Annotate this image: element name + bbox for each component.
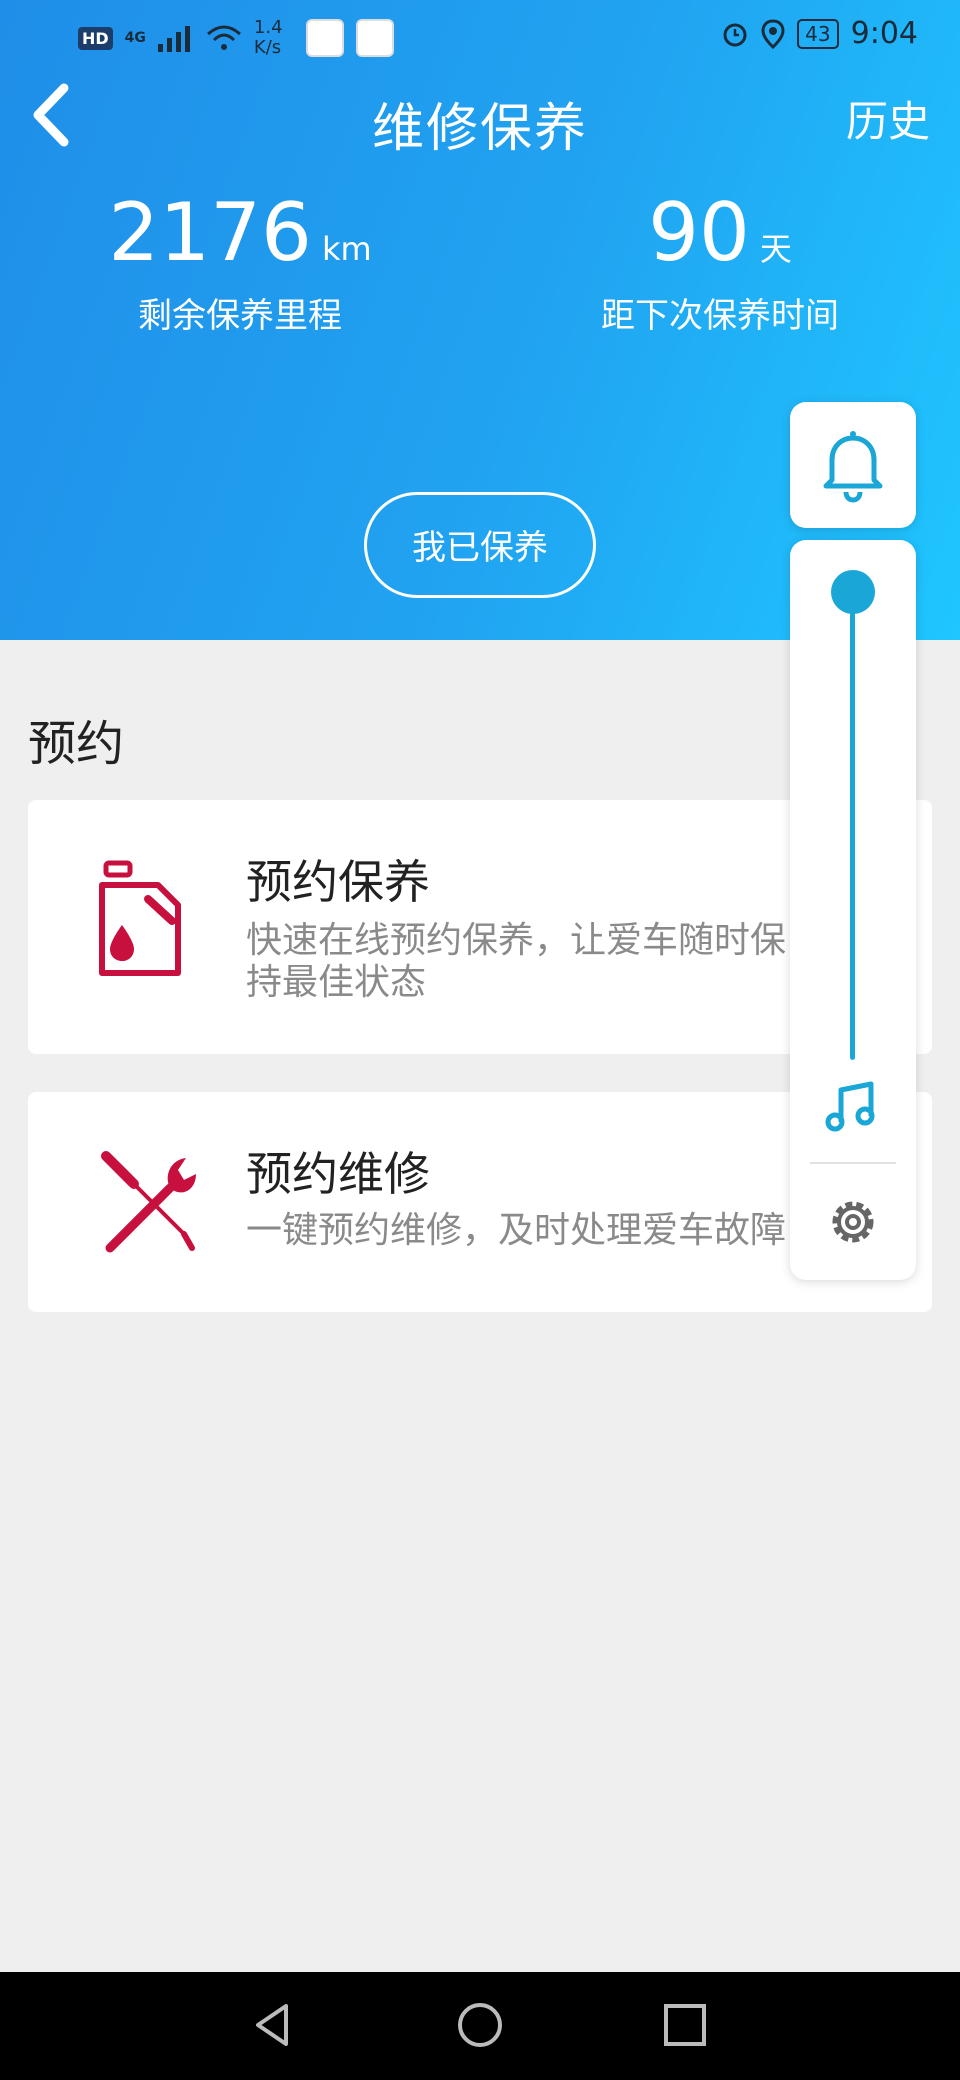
floating-control-panel <box>790 540 916 1280</box>
days-label: 距下次保养时间 <box>601 296 839 336</box>
battery-level: 43 <box>797 18 839 49</box>
system-nav-bar <box>0 1972 960 2080</box>
mileage-value: 2176 <box>108 186 312 279</box>
days-unit: 天 <box>759 230 792 268</box>
status-bar: HD 4G 1.4 K/s 43 9:04 <box>0 0 960 72</box>
app-notification-icon <box>355 19 394 57</box>
mileage-label: 剩余保养里程 <box>138 296 342 336</box>
remaining-mileage-stat: 2176 km 剩余保养里程 <box>30 188 450 337</box>
bell-icon <box>823 431 883 503</box>
nav-home-icon[interactable] <box>455 2000 505 2050</box>
mileage-unit: km <box>321 230 372 268</box>
days-value: 90 <box>648 186 750 279</box>
volume-slider-handle[interactable] <box>831 570 875 614</box>
location-icon <box>761 18 785 49</box>
nav-recents-icon[interactable] <box>660 2000 710 2050</box>
history-link[interactable]: 历史 <box>846 88 930 149</box>
hd-badge: HD <box>78 26 113 50</box>
gear-icon[interactable] <box>823 1192 883 1252</box>
alarm-icon <box>723 23 747 46</box>
network-label: 4G <box>124 30 146 46</box>
section-title: 预约 <box>28 716 125 772</box>
maintenance-done-button[interactable]: 我已保养 <box>364 492 596 598</box>
tools-icon <box>101 1151 196 1253</box>
time-label: 9:04 <box>850 16 918 51</box>
speed-label: 1.4 K/s <box>253 17 283 58</box>
oil-can-icon <box>99 860 181 976</box>
reminder-button[interactable] <box>790 402 916 528</box>
music-icon[interactable] <box>823 1076 883 1136</box>
nav-bar: 维修保养 历史 <box>0 80 960 190</box>
card-description: 一键预约维修，及时处理爱车故障 <box>246 1210 787 1251</box>
signal-icon <box>157 26 190 52</box>
page-title: 维修保养 <box>371 99 588 159</box>
card-title: 预约维修 <box>246 1147 430 1201</box>
volume-slider-track[interactable] <box>850 590 855 1060</box>
panel-divider <box>810 1162 896 1164</box>
card-title: 预约保养 <box>246 855 430 909</box>
card-description: 快速在线预约保养，让爱车随时保持最佳状态 <box>246 920 787 1003</box>
nav-back-icon[interactable] <box>248 2000 298 2050</box>
wifi-icon <box>206 25 241 50</box>
days-to-next-stat: 90 天 距下次保养时间 <box>510 188 930 337</box>
app-notification-icon <box>305 19 344 57</box>
